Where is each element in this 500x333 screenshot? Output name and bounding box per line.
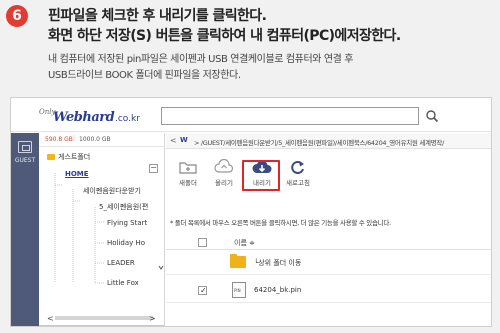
search-input[interactable]: [161, 107, 419, 125]
tree-item-leader[interactable]: LEADER: [107, 259, 157, 267]
file-row[interactable]: ✓ PIN 64204_bk.pin: [166, 279, 491, 303]
file-list-panel: < W > /GUEST/세이펜음원다운받기/5_세이펜음원(편파일)/세이펜북…: [166, 133, 491, 326]
webhard-screenshot: Only Webhard .co.kr GUEST 590.8 GB | 100…: [10, 97, 492, 327]
guest-label: GUEST: [14, 157, 36, 164]
path-home-icon[interactable]: W: [180, 136, 188, 144]
guest-icon: [18, 141, 32, 153]
breadcrumb-path: > /GUEST/세이펜음원다운받기/5_세이펜음원(편파일)/세이펜북스/64…: [194, 139, 444, 147]
tree-vertical-scrollbar[interactable]: [157, 191, 165, 311]
scroll-left-icon[interactable]: <: [47, 314, 54, 323]
top-bar: Only Webhard .co.kr: [11, 98, 491, 132]
download-highlight-box: [242, 160, 280, 191]
list-header: 이름 ≑: [166, 234, 491, 250]
file-name: 64204_bk.pin: [254, 286, 302, 294]
breadcrumb: < W > /GUEST/세이펜음원다운받기/5_세이펜음원(편파일)/세이펜북…: [166, 133, 491, 149]
tree-connector-lines: [54, 173, 105, 284]
instruction-description-2: USB드라이브 BOOK 폴더에 핀파일을 저장한다.: [48, 70, 241, 81]
refresh-label: 새로고침: [286, 179, 310, 187]
path-back-icon[interactable]: <: [170, 136, 177, 145]
refresh-icon: [291, 161, 304, 174]
parent-folder-label: └상위 폴더 이동: [254, 259, 302, 267]
checkmark-icon: ✓: [200, 286, 207, 295]
scroll-right-icon[interactable]: >: [149, 314, 156, 323]
upload-button[interactable]: 올리기: [206, 155, 242, 191]
new-folder-button[interactable]: 새폴더: [170, 155, 206, 191]
instruction-heading-1: 핀파일을 체크한 후 내리기를 클릭한다.: [48, 8, 267, 24]
tree-item-saypen-pin[interactable]: 5_세이펜음원(편: [99, 202, 157, 212]
column-name-header[interactable]: 이름 ≑: [234, 238, 255, 248]
guest-nav-strip[interactable]: GUEST: [11, 133, 39, 326]
tree-item-flying-start[interactable]: Flying Start: [107, 219, 157, 227]
cloud-upload-icon: [214, 159, 234, 173]
instruction-panel: 6 핀파일을 체크한 후 내리기를 클릭한다. 화면 하단 저장(S) 버튼을 …: [0, 0, 500, 333]
folder-icon: [230, 254, 246, 268]
folder-tree-panel: 590.8 GB | 1000.0 GB 게스트폴더 − HOME 세이펜음원다: [39, 133, 165, 326]
upload-label: 올리기: [215, 179, 233, 187]
step-number-badge: 6: [6, 5, 28, 27]
tree-footer-bar: [39, 325, 165, 326]
pin-file-icon: PIN: [232, 282, 246, 298]
tree-item-guest-folder[interactable]: 게스트폴더: [47, 152, 90, 162]
folder-plus-icon: [179, 162, 197, 174]
tree-item-little-fox[interactable]: Little Fox: [107, 279, 157, 287]
select-all-checkbox[interactable]: [198, 238, 207, 247]
instruction-description-1: 내 컴퓨터에 저장된 pin파일은 세이펜과 USB 연결케이블로 컴퓨터와 연…: [48, 54, 353, 65]
tree-horizontal-scrollbar[interactable]: [45, 313, 163, 323]
folder-icon: [47, 154, 55, 160]
tree-item-home[interactable]: HOME: [65, 170, 89, 178]
file-checkbox[interactable]: ✓: [198, 286, 207, 295]
search-icon[interactable]: [425, 109, 439, 123]
refresh-button[interactable]: 새로고침: [280, 155, 316, 191]
parent-folder-row[interactable]: └상위 폴더 이동: [166, 251, 491, 275]
instruction-heading-2: 화면 하단 저장(S) 버튼을 클릭하여 내 컴퓨터(PC)에저장한다.: [48, 28, 401, 44]
webhard-logo[interactable]: Webhard: [53, 110, 115, 125]
collapse-icon[interactable]: −: [149, 164, 158, 173]
logo-domain-suffix: .co.kr: [115, 114, 140, 124]
tree-item-holiday-ho[interactable]: Holiday Ho: [107, 239, 157, 247]
new-folder-label: 새폴더: [179, 179, 197, 187]
context-menu-hint: * 폴더 목록에서 마우스 오른쪽 버튼을 클릭하시면, 더 많은 기능을 사용…: [170, 219, 391, 227]
tree-item-saypen-download[interactable]: 세이펜음원다운받기: [83, 186, 141, 196]
